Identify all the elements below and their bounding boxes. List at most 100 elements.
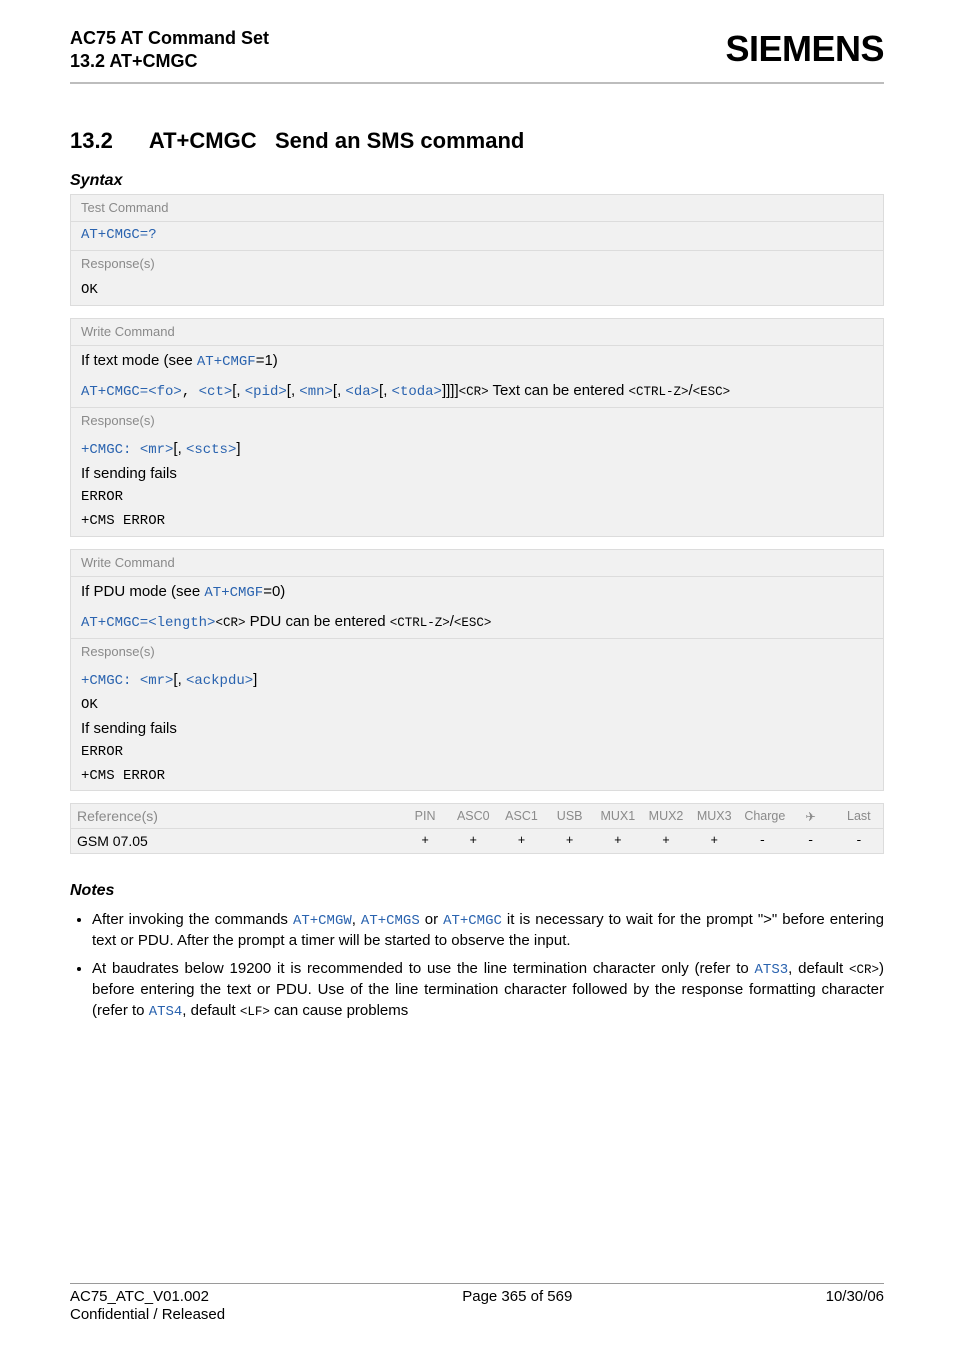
box1-response-label: Response(s): [71, 250, 883, 277]
section-title-text: AT+CMGC Send an SMS command: [149, 128, 525, 154]
col-charge: Charge: [738, 804, 786, 829]
link-atcmgs[interactable]: AT+CMGS: [361, 913, 420, 929]
ref-header-row: Reference(s) PIN ASC0 ASC1 USB MUX1 MUX2…: [71, 804, 883, 829]
box3-resp-prefix: +CMGC:: [81, 673, 140, 689]
box3-error: ERROR: [81, 744, 123, 760]
link-ats4[interactable]: ATS4: [149, 1004, 183, 1020]
box3-fails: If sending fails: [81, 720, 177, 737]
link-atcmgc[interactable]: AT+CMGC: [443, 913, 502, 929]
reference-box: Reference(s) PIN ASC0 ASC1 USB MUX1 MUX2…: [70, 803, 884, 854]
val-charge: -: [738, 829, 786, 854]
section-number: 13.2: [70, 128, 113, 154]
val-usb: +: [546, 829, 594, 854]
n2-lf: <LF>: [240, 1005, 270, 1019]
box3-response-label: Response(s): [71, 638, 883, 665]
footer-left: AC75_ATC_V01.002: [70, 1288, 209, 1305]
box2-response-body: +CMGC: <mr>[, <scts>] If sending fails E…: [71, 434, 883, 535]
col-mux1: MUX1: [594, 804, 642, 829]
footer-divider: [70, 1283, 884, 1284]
page-footer: AC75_ATC_V01.002 Page 365 of 569 10/30/0…: [70, 1283, 884, 1323]
box1-ok: OK: [71, 277, 883, 305]
n2-cr: <CR>: [849, 963, 879, 977]
write-command-pdu-box: Write Command If PDU mode (see AT+CMGF=0…: [70, 549, 884, 792]
val-airplane: -: [787, 829, 835, 854]
param-toda[interactable]: <toda>: [392, 384, 442, 400]
section-cmd: AT+CMGC: [149, 128, 257, 153]
footer-row: AC75_ATC_V01.002 Page 365 of 569 10/30/0…: [70, 1288, 884, 1305]
link-atcmgw[interactable]: AT+CMGW: [293, 913, 352, 929]
col-asc0: ASC0: [449, 804, 497, 829]
param-mr[interactable]: <mr>: [140, 442, 174, 458]
box3-ok: OK: [81, 697, 98, 713]
box2-cmd-line: AT+CMGC=<fo>, <ct>[, <pid>[, <mn>[, <da>…: [71, 376, 883, 407]
section-desc: Send an SMS command: [275, 128, 524, 153]
footer-sub: Confidential / Released: [70, 1306, 884, 1323]
param-mn[interactable]: <mn>: [299, 384, 333, 400]
ref-label: Reference(s): [71, 804, 401, 829]
col-mux2: MUX2: [642, 804, 690, 829]
ctrlz-token-2: <CTRL-Z>: [390, 616, 450, 630]
header-divider: [70, 82, 884, 84]
n2-post: can cause problems: [270, 1002, 408, 1019]
col-last: Last: [835, 804, 883, 829]
reference-table: Reference(s) PIN ASC0 ASC1 USB MUX1 MUX2…: [71, 804, 883, 853]
param-mr-2[interactable]: <mr>: [140, 673, 174, 689]
n1-sep1: ,: [352, 911, 361, 928]
box2-cms: +CMS ERROR: [81, 513, 165, 529]
val-mux3: +: [690, 829, 738, 854]
box1-subhead: Test Command: [71, 195, 883, 222]
col-airplane-icon: ✈: [787, 804, 835, 829]
footer-center: Page 365 of 569: [209, 1288, 826, 1305]
box2-if-suffix: =1): [256, 352, 278, 369]
box3-cmd-line: AT+CMGC=<length><CR> PDU can be entered …: [71, 607, 883, 638]
param-da[interactable]: <da>: [345, 384, 379, 400]
doc-subtitle: 13.2 AT+CMGC: [70, 51, 269, 72]
footer-right: 10/30/06: [826, 1288, 884, 1305]
col-usb: USB: [546, 804, 594, 829]
val-mux2: +: [642, 829, 690, 854]
cr-token: <CR>: [459, 385, 489, 399]
param-length[interactable]: <length>: [148, 615, 215, 631]
box2-fails: If sending fails: [81, 465, 177, 482]
n2-mid3: , default: [182, 1002, 240, 1019]
box2-textcan: Text can be entered: [489, 382, 629, 399]
note-1: After invoking the commands AT+CMGW, AT+…: [92, 910, 884, 951]
write-command-text-box: Write Command If text mode (see AT+CMGF=…: [70, 318, 884, 537]
box2-cmd-prefix: AT+CMGC=: [81, 384, 148, 400]
ctrlz-token: <CTRL-Z>: [628, 385, 688, 399]
syntax-label: Syntax: [70, 172, 884, 190]
param-ackpdu[interactable]: <ackpdu>: [186, 673, 253, 689]
param-fo[interactable]: <fo>: [148, 384, 182, 400]
ref-value-row: GSM 07.05 + + + + + + + - - -: [71, 829, 883, 854]
link-atcmgf-2[interactable]: AT+CMGF: [204, 585, 263, 601]
box2-error: ERROR: [81, 489, 123, 505]
box3-cms: +CMS ERROR: [81, 768, 165, 784]
cr-token-2: <CR>: [215, 616, 245, 630]
box2-if-line: If text mode (see AT+CMGF=1): [71, 346, 883, 377]
val-last: -: [835, 829, 883, 854]
col-pin: PIN: [401, 804, 449, 829]
note-2: At baudrates below 19200 it is recommend…: [92, 959, 884, 1021]
val-asc0: +: [449, 829, 497, 854]
test-command-box: Test Command AT+CMGC=? Response(s) OK: [70, 194, 884, 306]
box2-if-prefix: If text mode (see: [81, 352, 197, 369]
box3-if-suffix: =0): [263, 583, 285, 600]
link-atcmgf[interactable]: AT+CMGF: [197, 354, 256, 370]
box3-if-prefix: If PDU mode (see: [81, 583, 204, 600]
notes-list: After invoking the commands AT+CMGW, AT+…: [70, 910, 884, 1021]
section-heading: 13.2 AT+CMGC Send an SMS command: [70, 128, 884, 154]
header-title-block: AC75 AT Command Set 13.2 AT+CMGC: [70, 28, 269, 72]
param-ct[interactable]: <ct>: [199, 384, 233, 400]
n1-pre: After invoking the commands: [92, 911, 293, 928]
param-pid[interactable]: <pid>: [245, 384, 287, 400]
doc-title: AC75 AT Command Set: [70, 28, 269, 49]
val-asc1: +: [497, 829, 545, 854]
box2-subhead: Write Command: [71, 319, 883, 346]
ref-value: GSM 07.05: [71, 829, 401, 854]
box3-subhead: Write Command: [71, 550, 883, 577]
esc-token-2: <ESC>: [454, 616, 492, 630]
link-ats3[interactable]: ATS3: [755, 962, 789, 978]
param-scts[interactable]: <scts>: [186, 442, 236, 458]
box3-pducan: PDU can be entered: [245, 613, 389, 630]
brand-logo: SIEMENS: [725, 28, 884, 70]
